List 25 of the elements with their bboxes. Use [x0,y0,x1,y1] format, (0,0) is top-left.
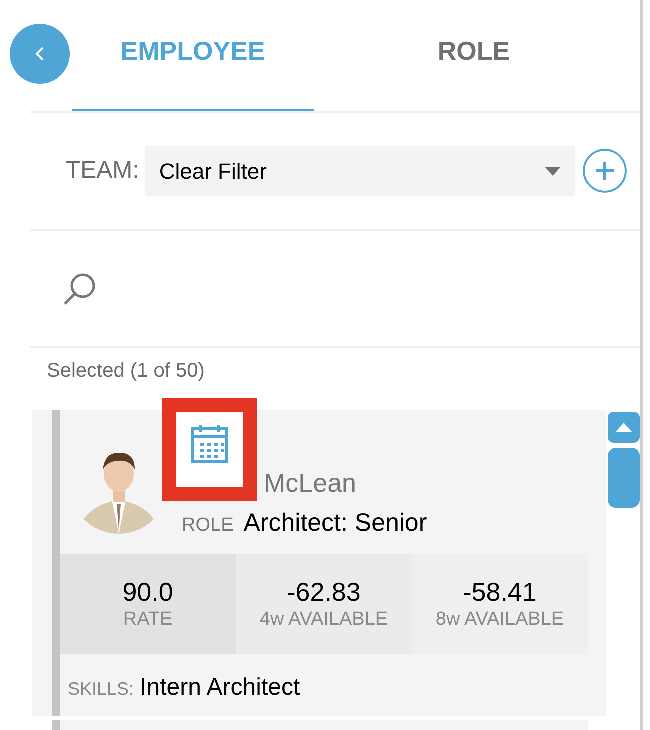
tab[interactable]: ROLE [334,0,614,111]
stat-label: 4w AVAILABLE [260,608,388,632]
team-dropdown[interactable]: Clear Filter [145,146,576,196]
employee-card[interactable]: McLean ROLE Architect: Senior 90.0 RATE -62.83 4w AVAILABLE -58.41 8w AVAILABLE SKILLS: Intern Architect [32,410,606,716]
search-icon [63,272,97,306]
role-value: Architect: Senior [244,508,428,538]
calendar-icon[interactable] [190,424,228,464]
stat-label: 8w AVAILABLE [436,608,564,632]
selection-count: Selected (1 of 50) [47,359,206,384]
chevron-left-icon [35,46,45,62]
triangle-up-icon [616,423,632,432]
add-button[interactable] [583,149,628,194]
plus-icon [595,161,616,182]
skills-value: Intern Architect [140,673,300,703]
stat-value: -62.83 [287,576,361,608]
caret-down-icon [545,166,562,176]
stat-value: 90.0 [122,576,174,608]
scroll-up-button[interactable] [608,412,640,443]
stat-value: -58.41 [463,576,537,608]
scroll-thumb[interactable] [608,448,640,508]
stat-label: RATE [123,608,173,632]
role-label: ROLE [182,514,234,538]
team-label: TEAM: [66,156,140,186]
skills-label: SKILLS: [68,678,134,701]
employee-name: McLean [264,466,358,500]
